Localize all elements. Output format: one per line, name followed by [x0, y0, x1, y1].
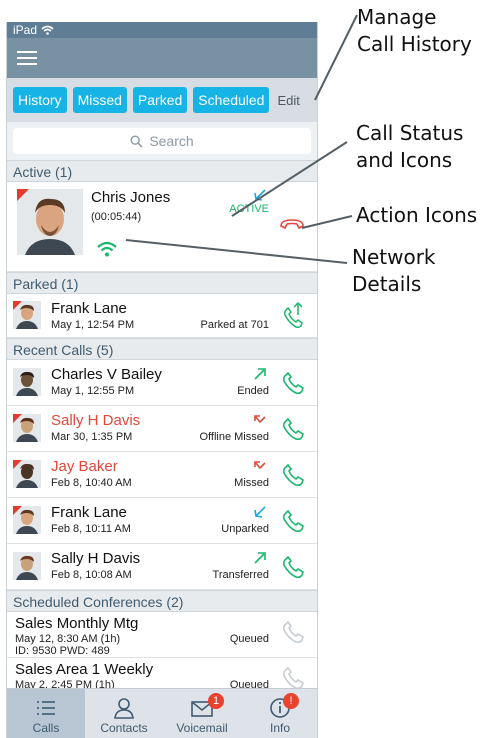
callout-network-details: Network Details [352, 245, 436, 296]
callout-manage-history: Manage Call History [357, 5, 472, 56]
callout-call-status: Call Status and Icons [356, 121, 464, 172]
callout-lines [125, 14, 358, 264]
callout-action-icons: Action Icons [356, 203, 478, 227]
